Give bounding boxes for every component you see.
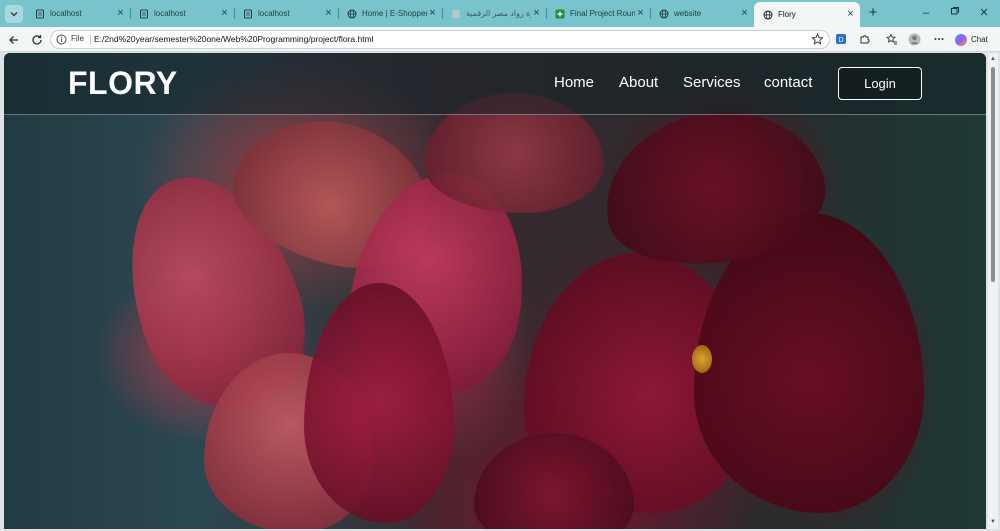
- tab-localhost-1[interactable]: localhost ×: [26, 2, 131, 25]
- favorites-button[interactable]: [885, 32, 899, 46]
- nav-link-contact[interactable]: contact: [764, 74, 812, 91]
- page-icon: [138, 8, 149, 19]
- tab-localhost-2[interactable]: localhost ×: [130, 2, 235, 25]
- tab-title: مبادرة رواد مصر الرقمية: [466, 9, 531, 18]
- tab-localhost-3[interactable]: localhost ×: [234, 2, 339, 25]
- tab-title: localhost: [50, 9, 82, 18]
- flower-spadix: [692, 345, 712, 373]
- close-tab-icon[interactable]: ×: [427, 8, 438, 19]
- page-scrollbar[interactable]: ▲ ▼: [988, 53, 998, 529]
- restore-icon: [951, 7, 959, 15]
- close-tab-icon[interactable]: ×: [845, 9, 856, 20]
- nav-link-about[interactable]: About: [619, 74, 658, 91]
- new-tab-button[interactable]: +: [866, 5, 880, 20]
- close-tab-icon[interactable]: ×: [323, 8, 334, 19]
- page-icon: [34, 8, 45, 19]
- tab-actions-menu-button[interactable]: [5, 5, 23, 23]
- tab-final-project[interactable]: Final Project Round ×: [546, 2, 651, 25]
- chevron-down-icon: [10, 12, 18, 17]
- copilot-icon: [955, 33, 967, 46]
- page-icon: [242, 8, 253, 19]
- reload-icon: [31, 34, 42, 45]
- nav-link-services[interactable]: Services: [683, 74, 741, 91]
- close-tab-icon[interactable]: ×: [739, 8, 750, 19]
- close-tab-icon[interactable]: ×: [219, 8, 230, 19]
- extension-icon: D: [836, 34, 846, 44]
- tab-title: website: [674, 9, 702, 18]
- tab-strip: localhost × localhost × localhost × Home…: [0, 0, 1000, 27]
- tab-e-shopper[interactable]: Home | E-Shopper ×: [338, 2, 443, 25]
- minimize-button[interactable]: –: [919, 6, 933, 20]
- puzzle-icon: [860, 35, 870, 44]
- svg-text:D: D: [838, 37, 843, 44]
- tab-title: Final Project Round: [570, 9, 635, 18]
- copilot-chat-button[interactable]: Chat: [954, 31, 988, 48]
- extension-button[interactable]: D: [834, 32, 848, 46]
- tab-website[interactable]: website ×: [650, 2, 754, 25]
- close-window-button[interactable]: ✕: [977, 6, 991, 20]
- hero-flower-image: [4, 53, 986, 529]
- info-icon[interactable]: [56, 34, 67, 45]
- globe-icon: [346, 8, 357, 19]
- login-button[interactable]: Login: [838, 67, 922, 100]
- avatar-icon: [908, 33, 920, 45]
- favorites-icon: [886, 33, 897, 45]
- close-tab-icon[interactable]: ×: [115, 8, 126, 19]
- browser-toolbar: File E:/2nd%20year/semester%20one/Web%20…: [0, 27, 1000, 52]
- plus-sheet-icon: [554, 8, 565, 19]
- tab-title: Flory: [778, 10, 796, 19]
- site-navbar: FLORY Home About Services contact Login: [4, 53, 986, 115]
- back-arrow-icon: [8, 35, 18, 44]
- scroll-down-arrow-icon[interactable]: ▼: [990, 519, 996, 525]
- url-text[interactable]: E:/2nd%20year/semester%20one/Web%20Progr…: [94, 34, 374, 44]
- globe-icon: [762, 9, 773, 20]
- chat-label: Chat: [971, 35, 988, 44]
- tab-flory-active[interactable]: Flory ×: [754, 2, 860, 27]
- address-bar[interactable]: File E:/2nd%20year/semester%20one/Web%20…: [50, 30, 830, 49]
- nav-link-home[interactable]: Home: [554, 74, 594, 91]
- tab-title: Home | E-Shopper: [362, 9, 427, 18]
- tab-title: localhost: [258, 9, 290, 18]
- tab-title: localhost: [154, 9, 186, 18]
- back-button[interactable]: [6, 32, 21, 47]
- close-tab-icon[interactable]: ×: [635, 8, 646, 19]
- scheme-label: File: [71, 34, 84, 43]
- globe-icon: [658, 8, 669, 19]
- tab-rowad-masr[interactable]: مبادرة رواد مصر الرقمية ×: [442, 2, 547, 25]
- scroll-thumb[interactable]: [991, 67, 995, 282]
- favorite-star-icon[interactable]: [811, 33, 824, 46]
- restore-button[interactable]: [948, 6, 962, 20]
- more-menu-button[interactable]: [932, 32, 946, 46]
- extensions-puzzle-button[interactable]: [858, 32, 872, 46]
- page-viewport: FLORY Home About Services contact Login: [4, 53, 986, 529]
- reload-button[interactable]: [29, 32, 44, 47]
- profile-button[interactable]: [907, 32, 921, 46]
- divider: [90, 35, 91, 45]
- site-logo[interactable]: FLORY: [68, 65, 178, 102]
- scroll-up-arrow-icon[interactable]: ▲: [990, 56, 996, 62]
- close-tab-icon[interactable]: ×: [531, 8, 542, 19]
- more-horizontal-icon: [934, 38, 944, 40]
- sheet-icon: [450, 8, 461, 19]
